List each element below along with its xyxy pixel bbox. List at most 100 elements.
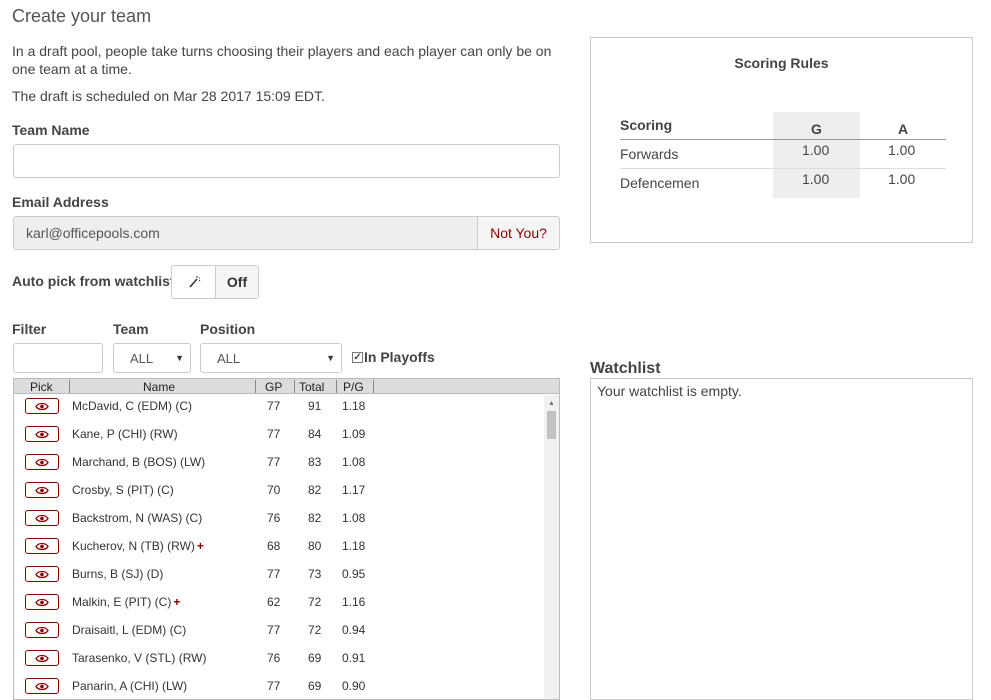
pick-button[interactable] <box>25 594 59 610</box>
draft-date-text: The draft is scheduled on Mar 28 2017 15… <box>12 88 325 104</box>
pick-button[interactable] <box>25 678 59 694</box>
pick-button[interactable] <box>25 566 59 582</box>
player-name: Panarin, A (CHI) (LW) <box>72 679 187 693</box>
column-divider <box>69 380 70 393</box>
player-gp: 77 <box>267 679 281 693</box>
position-select[interactable]: ALL ▼ <box>200 343 342 373</box>
player-name-text: Marchand, B (BOS) (LW) <box>72 455 206 469</box>
scoring-row-g: 1.00 <box>802 142 830 158</box>
email-field: karl@officepools.com <box>26 225 160 241</box>
player-name: Draisaitl, L (EDM) (C) <box>72 623 186 637</box>
scoring-row-a: 1.00 <box>888 142 916 158</box>
eye-icon <box>35 542 49 551</box>
player-name: Kucherov, N (TB) (RW) + <box>72 539 204 553</box>
scoring-header-divider <box>620 139 946 140</box>
player-pg: 0.90 <box>342 679 366 693</box>
scoring-col-a: A <box>898 121 909 137</box>
scoring-row-divider <box>620 168 946 169</box>
pick-button[interactable] <box>25 538 59 554</box>
player-name-text: Draisaitl, L (EDM) (C) <box>72 623 187 637</box>
eye-icon <box>35 486 49 495</box>
scoring-row-label: Forwards <box>620 146 679 162</box>
plus-icon: + <box>173 595 181 609</box>
player-name-text: Burns, B (SJ) (D) <box>72 567 164 581</box>
plus-icon: + <box>196 539 204 553</box>
table-row: Marchand, B (BOS) (LW) 77 83 1.08 <box>14 454 544 482</box>
autopick-toggle[interactable]: Off <box>171 265 259 299</box>
team-select[interactable]: ALL ▼ <box>113 343 191 373</box>
player-pg: 1.16 <box>342 595 366 609</box>
col-header-pick[interactable]: Pick <box>30 380 53 394</box>
pick-button[interactable] <box>25 650 59 666</box>
player-gp: 77 <box>267 567 281 581</box>
eye-icon <box>35 514 49 523</box>
intro-text: In a draft pool, people take turns choos… <box>12 43 552 77</box>
col-header-pg[interactable]: P/G <box>343 380 364 394</box>
table-row: Crosby, S (PIT) (C) 70 82 1.17 <box>14 482 544 510</box>
player-total: 72 <box>308 595 322 609</box>
eye-icon <box>35 626 49 635</box>
player-name-text: Malkin, E (PIT) (C) <box>72 595 172 609</box>
scoring-row-a: 1.00 <box>888 171 916 187</box>
player-pg: 1.09 <box>342 427 366 441</box>
watchlist-panel: Your watchlist is empty. <box>590 378 973 700</box>
position-filter-label: Position <box>200 321 256 337</box>
column-divider <box>373 380 374 393</box>
col-header-name[interactable]: Name <box>143 380 175 394</box>
scoring-rules-panel: Scoring Rules Scoring G A Forwards 1.00 … <box>590 37 973 243</box>
table-row: McDavid, C (EDM) (C) 77 91 1.18 <box>14 398 544 426</box>
col-header-gp[interactable]: GP <box>265 380 282 394</box>
column-divider <box>336 380 337 393</box>
filter-input[interactable] <box>13 343 103 373</box>
player-gp: 70 <box>267 483 281 497</box>
player-name-text: Tarasenko, V (STL) (RW) <box>72 651 207 665</box>
player-gp: 62 <box>267 595 281 609</box>
pick-button[interactable] <box>25 398 59 414</box>
position-select-value: ALL <box>217 351 241 366</box>
player-pg: 1.08 <box>342 511 366 525</box>
team-filter-label: Team <box>113 321 149 337</box>
eye-icon <box>35 402 49 411</box>
autopick-state: Off <box>226 274 248 290</box>
table-row: Tarasenko, V (STL) (RW) 76 69 0.91 <box>14 650 544 678</box>
table-row: Panarin, A (CHI) (LW) 77 69 0.90 <box>14 678 544 699</box>
scroll-thumb[interactable] <box>547 411 556 439</box>
table-row: Draisaitl, L (EDM) (C) 77 72 0.94 <box>14 622 544 650</box>
pick-button[interactable] <box>25 622 59 638</box>
player-name: Tarasenko, V (STL) (RW) <box>72 651 206 665</box>
col-header-total[interactable]: Total <box>299 380 324 394</box>
team-name-input[interactable] <box>13 144 560 178</box>
table-row: Malkin, E (PIT) (C) +62 72 1.16 <box>14 594 544 622</box>
players-scrollbar[interactable]: ▲ <box>544 395 559 699</box>
in-playoffs-label: In Playoffs <box>364 349 435 365</box>
pick-button[interactable] <box>25 510 59 526</box>
player-total: 82 <box>308 483 322 497</box>
eye-icon <box>35 654 49 663</box>
player-gp: 68 <box>267 539 281 553</box>
players-table: Pick Name GP Total P/G McDavid, C (EDM) … <box>13 378 560 700</box>
chevron-down-icon: ▼ <box>326 353 335 363</box>
scroll-up-icon[interactable]: ▲ <box>548 400 555 407</box>
filter-label: Filter <box>12 321 47 337</box>
player-name: Burns, B (SJ) (D) <box>72 567 163 581</box>
eye-icon <box>35 430 49 439</box>
not-you-button[interactable]: Not You? <box>477 217 559 249</box>
team-select-value: ALL <box>130 351 154 366</box>
table-row: Backstrom, N (WAS) (C) 76 82 1.08 <box>14 510 544 538</box>
pick-button[interactable] <box>25 454 59 470</box>
player-pg: 1.18 <box>342 539 366 553</box>
team-name-label: Team Name <box>12 122 90 138</box>
eye-icon <box>35 598 49 607</box>
player-name: Marchand, B (BOS) (LW) <box>72 455 205 469</box>
pick-button[interactable] <box>25 426 59 442</box>
pick-button[interactable] <box>25 482 59 498</box>
scoring-col-g: G <box>811 121 822 137</box>
player-pg: 0.91 <box>342 651 366 665</box>
in-playoffs-checkbox[interactable]: ✓ <box>352 351 363 363</box>
player-gp: 77 <box>267 427 281 441</box>
scoring-row-g: 1.00 <box>802 171 830 187</box>
column-divider <box>255 380 256 393</box>
in-playoffs-option[interactable]: ✓ In Playoffs <box>352 349 435 365</box>
email-label: Email Address <box>12 194 109 210</box>
player-name-text: Backstrom, N (WAS) (C) <box>72 511 203 525</box>
